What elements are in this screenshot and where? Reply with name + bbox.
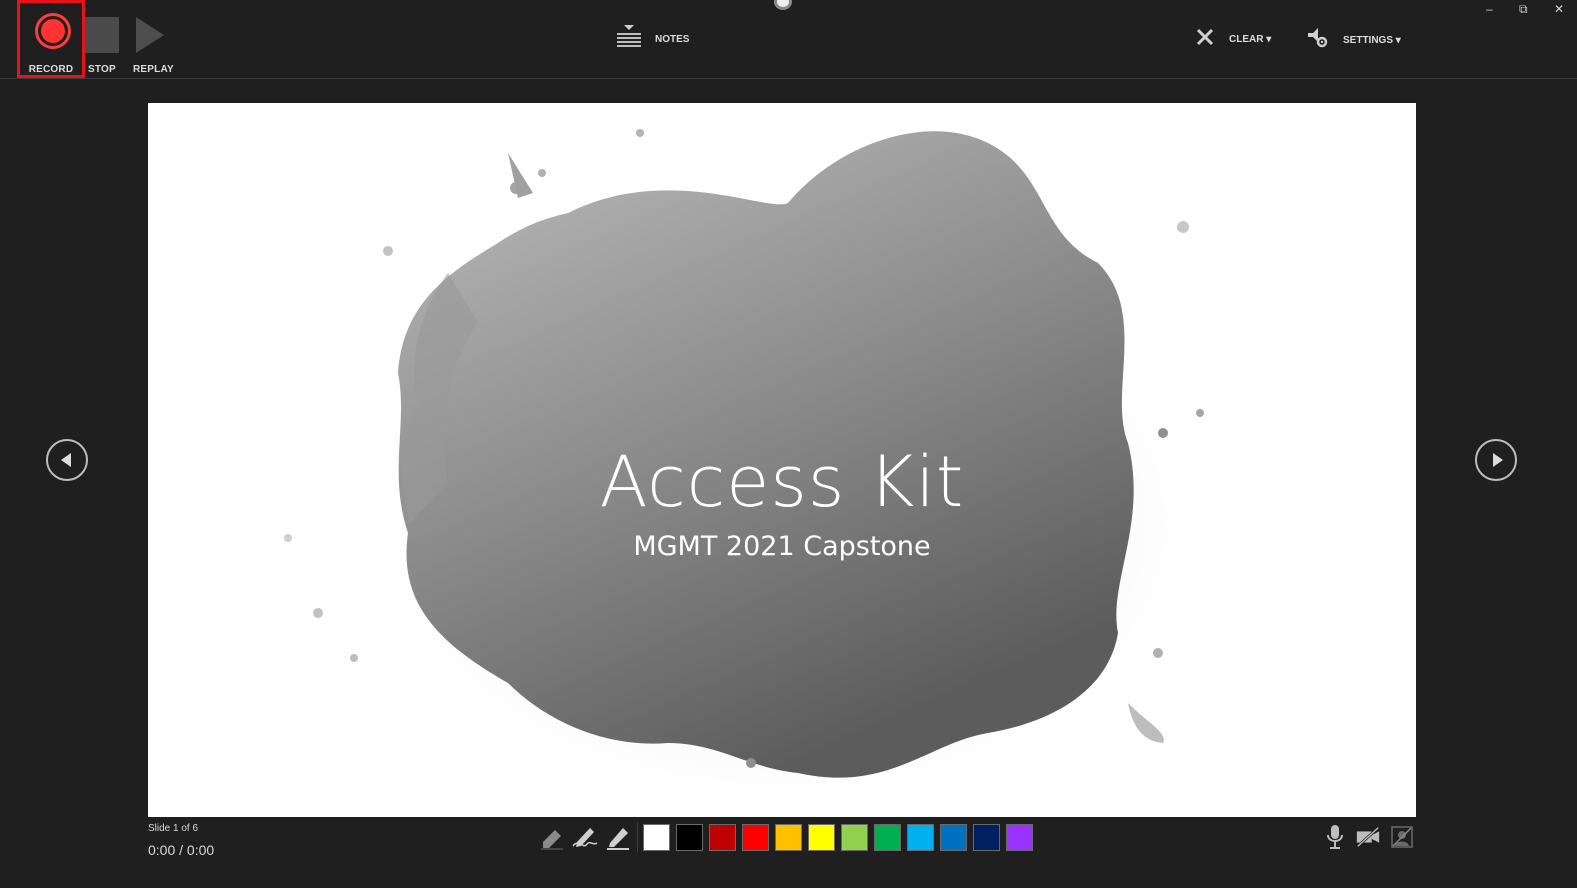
color-swatch-blue[interactable] (940, 823, 967, 851)
color-swatch-orange[interactable] (775, 823, 802, 851)
settings-dropdown[interactable]: SETTINGS ▾ (1307, 27, 1401, 54)
ink-toolbar (535, 822, 1039, 852)
stop-label: STOP (88, 64, 116, 75)
color-swatch-white[interactable] (643, 823, 670, 851)
eraser-icon (540, 830, 563, 850)
microphone-toggle[interactable] (1322, 824, 1348, 850)
color-swatch-red[interactable] (742, 823, 769, 851)
color-swatch-dark-red[interactable] (709, 823, 736, 851)
slide-preview: Access Kit MGMT 2021 Capstone (148, 103, 1416, 817)
recording-toolbar: RECORD STOP REPLAY NOTES CLEAR ▾ SETTING… (0, 0, 1577, 79)
settings-label: SETTINGS ▾ (1343, 35, 1401, 46)
previous-slide-button[interactable] (46, 439, 88, 481)
close-button[interactable]: ✕ (1554, 2, 1564, 16)
slide-counter: Slide 1 of 6 (148, 823, 199, 834)
slide-subtitle: MGMT 2021 Capstone (633, 531, 931, 562)
pen-button[interactable] (568, 822, 601, 852)
eraser-button[interactable] (535, 822, 568, 852)
record-label: RECORD (28, 64, 74, 75)
highlighter-icon (606, 828, 629, 850)
restore-button[interactable]: ⧉ (1519, 2, 1528, 17)
minimize-button[interactable]: – (1486, 2, 1493, 16)
notes-label: NOTES (655, 34, 690, 45)
camera-off-icon (1356, 826, 1380, 848)
highlighter-button[interactable] (601, 822, 634, 852)
color-swatch-green[interactable] (874, 823, 901, 851)
color-swatch-yellow[interactable] (808, 823, 835, 851)
settings-icon (1307, 27, 1329, 54)
color-swatch-purple[interactable] (1006, 823, 1033, 851)
recording-window: RECORD STOP REPLAY NOTES CLEAR ▾ SETTING… (0, 0, 1577, 888)
camera-preview-toggle[interactable] (1389, 824, 1415, 850)
color-swatch-black[interactable] (676, 823, 703, 851)
clear-dropdown[interactable]: CLEAR ▾ (1195, 27, 1271, 52)
stop-button[interactable]: STOP (85, 0, 119, 78)
record-icon (35, 13, 71, 49)
record-button[interactable]: RECORD (17, 0, 85, 78)
clear-x-icon (1195, 27, 1215, 52)
pen-icon (571, 828, 597, 847)
color-swatch-dark-blue[interactable] (973, 823, 1000, 851)
color-swatch-light-blue[interactable] (907, 823, 934, 851)
stop-icon (85, 17, 119, 53)
camera-preview-off-icon (1391, 826, 1413, 848)
microphone-icon (1327, 825, 1343, 849)
next-slide-button[interactable] (1475, 439, 1517, 481)
notes-button[interactable]: NOTES (617, 24, 689, 55)
chevron-right-icon (1492, 453, 1503, 467)
replay-label: REPLAY (133, 64, 174, 75)
slide-title: Access Kit (599, 441, 965, 523)
chevron-left-icon (60, 453, 71, 467)
color-swatch-light-green[interactable] (841, 823, 868, 851)
recording-timer: 0:00 / 0:00 (148, 842, 215, 858)
toolbar-divider (637, 822, 638, 852)
replay-icon (136, 17, 164, 53)
clear-label: CLEAR ▾ (1229, 34, 1272, 45)
camera-toggle[interactable] (1355, 824, 1381, 850)
replay-button[interactable]: REPLAY (128, 0, 174, 78)
notes-icon (617, 24, 641, 55)
